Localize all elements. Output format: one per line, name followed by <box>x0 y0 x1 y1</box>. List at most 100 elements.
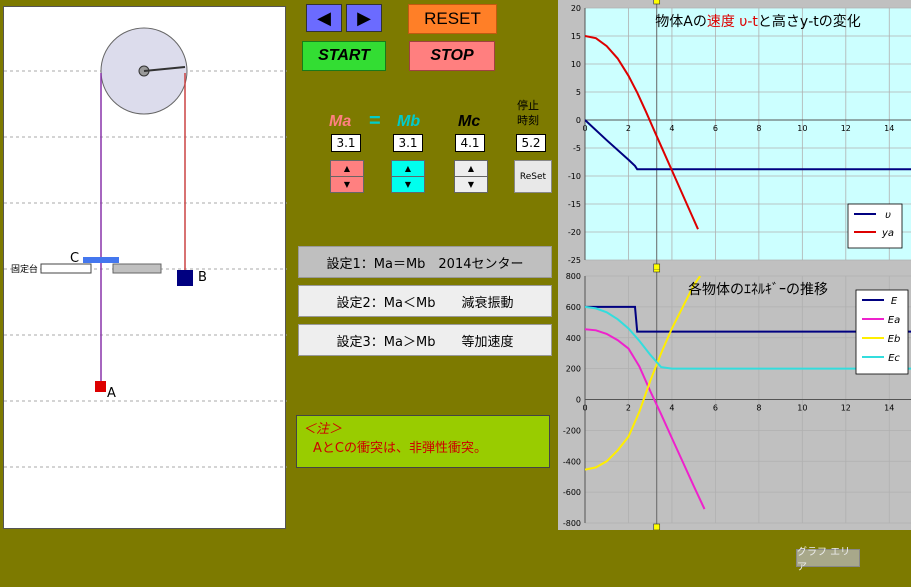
preset-1-button[interactable]: 設定1：Ma＝Mb 2014センター <box>298 246 552 278</box>
ma-spinner[interactable]: ▲ ▼ <box>330 160 364 193</box>
energy-chart: 8006004002000-200-400-600-80002468101214… <box>558 270 911 530</box>
simulation-panel: 固定台 C B A <box>3 6 287 529</box>
note-title: ＜注＞ <box>303 422 343 437</box>
ma-value[interactable]: 3.1 <box>331 134 361 152</box>
chart-title-part: 速度 <box>707 14 735 30</box>
y-tick-label: 200 <box>566 365 581 374</box>
start-button[interactable]: START <box>302 41 386 71</box>
legend-label: υ <box>885 210 891 221</box>
label-a: A <box>107 386 116 401</box>
object-b[interactable] <box>177 270 193 286</box>
mc-value[interactable]: 4.1 <box>455 134 485 152</box>
fixed-platform-left <box>40 263 92 274</box>
y-tick-label: -20 <box>568 228 581 237</box>
legend-label: ya <box>881 228 894 239</box>
chart-title-part: の変化 <box>819 13 861 30</box>
chart-title-part: と高さ <box>758 13 800 30</box>
y-tick-label: 10 <box>571 60 581 69</box>
mb-up-arrow-icon[interactable]: ▲ <box>392 161 424 177</box>
equals-sign: = <box>369 110 381 132</box>
x-tick-label: 4 <box>669 404 674 413</box>
mc-up-arrow-icon[interactable]: ▲ <box>455 161 487 177</box>
x-tick-label: 8 <box>756 124 761 133</box>
y-tick-label: 0 <box>576 116 581 125</box>
legend-label: Ec <box>888 353 900 364</box>
legend-label: E <box>891 296 898 307</box>
legend-box <box>847 203 903 249</box>
x-tick-label: 6 <box>713 124 718 133</box>
x-tick-label: 2 <box>626 124 631 133</box>
mb-down-arrow-icon[interactable]: ▼ <box>392 177 424 193</box>
label-c: C <box>70 251 79 266</box>
x-tick-label: 10 <box>797 124 807 133</box>
x-tick-label: 12 <box>841 404 851 413</box>
stop-time-label-line1: 停止 <box>517 99 539 112</box>
simulation-canvas: 固定台 C B A <box>4 27 287 468</box>
label-b: B <box>198 270 207 285</box>
stop-time-value[interactable]: 5.2 <box>516 134 546 152</box>
chart-title-part: 物体Aの <box>655 14 707 30</box>
y-tick-label: 600 <box>566 303 581 312</box>
y-tick-label: -200 <box>563 426 581 435</box>
x-tick-label: 2 <box>626 404 631 413</box>
stop-time-label: 停止 時刻 <box>517 98 539 128</box>
ma-up-arrow-icon[interactable]: ▲ <box>331 161 363 177</box>
chart-title: 各物体のｴﾈﾙｷﾞｰの推移 <box>688 282 828 298</box>
legend-label: Eb <box>888 334 901 345</box>
chart-title: 物体Aの速度 υ‐tと高さy‐tの変化 <box>655 13 861 30</box>
next-button[interactable]: ▶ <box>346 4 382 32</box>
prev-button[interactable]: ◀ <box>306 4 342 32</box>
note-text: AとCの衝突は、非弾性衝突。 <box>313 441 487 456</box>
y-tick-label: -10 <box>568 172 581 181</box>
y-tick-label: -600 <box>563 488 581 497</box>
graph-area-button[interactable]: グラフ エリア <box>796 547 860 573</box>
note-box: ＜注＞ AとCの衝突は、非弾性衝突。 <box>296 415 550 468</box>
x-tick-label: 14 <box>884 404 894 413</box>
x-tick-label: 6 <box>713 404 718 413</box>
y-tick-label: 15 <box>571 32 581 41</box>
chart-title-part: υ‐t <box>735 14 759 30</box>
y-tick-label: -800 <box>563 519 581 528</box>
x-tick-label: 4 <box>669 124 674 133</box>
mc-down-arrow-icon[interactable]: ▼ <box>455 177 487 193</box>
y-tick-label: 800 <box>566 272 581 281</box>
chart-title-part: y‐t <box>800 14 819 30</box>
mb-label: Mb <box>397 113 421 130</box>
y-tick-label: 20 <box>571 4 581 13</box>
preset-3-button[interactable]: 設定3：Ma＞Mb 等加速度 <box>298 324 552 356</box>
legend-label: Ea <box>888 315 900 326</box>
object-a[interactable] <box>95 381 106 392</box>
stop-button[interactable]: STOP <box>409 41 495 71</box>
preset-2-button[interactable]: 設定2：Ma＜Mb 減衰振動 <box>298 285 552 317</box>
mb-spinner[interactable]: ▲ ▼ <box>391 160 425 193</box>
y-tick-label: 400 <box>566 334 581 343</box>
y-tick-label: -25 <box>568 256 581 265</box>
reset-button[interactable]: RESET <box>408 4 497 34</box>
stop-time-label-line2: 時刻 <box>517 114 539 127</box>
x-tick-label: 10 <box>797 404 807 413</box>
ma-down-arrow-icon[interactable]: ▼ <box>331 177 363 193</box>
y-tick-label: 5 <box>576 88 581 97</box>
legend-box <box>855 289 909 375</box>
time-marker-handle <box>653 0 661 5</box>
fixed-platform-right <box>112 263 162 274</box>
object-c[interactable] <box>83 257 119 263</box>
y-tick-label: -5 <box>573 144 581 153</box>
velocity-height-chart: 20151050-5-10-15-20-2502468101214物体Aの速度 … <box>558 0 911 270</box>
y-tick-label: 0 <box>576 396 581 405</box>
mc-spinner[interactable]: ▲ ▼ <box>454 160 488 193</box>
x-tick-label: 12 <box>841 124 851 133</box>
time-marker-handle <box>653 523 661 530</box>
mc-label: Mc <box>458 113 481 130</box>
y-tick-label: -15 <box>568 200 581 209</box>
next-icon: ▶ <box>357 7 371 29</box>
x-tick-label: 14 <box>884 124 894 133</box>
stop-time-reset-button[interactable]: ReSet <box>514 160 552 193</box>
ma-label: Ma <box>329 113 352 130</box>
prev-icon: ◀ <box>317 7 331 29</box>
y-tick-label: -400 <box>563 457 581 466</box>
mb-value[interactable]: 3.1 <box>393 134 423 152</box>
time-marker-handle <box>653 270 661 273</box>
fixed-platform-label: 固定台 <box>11 263 38 275</box>
x-tick-label: 8 <box>756 404 761 413</box>
